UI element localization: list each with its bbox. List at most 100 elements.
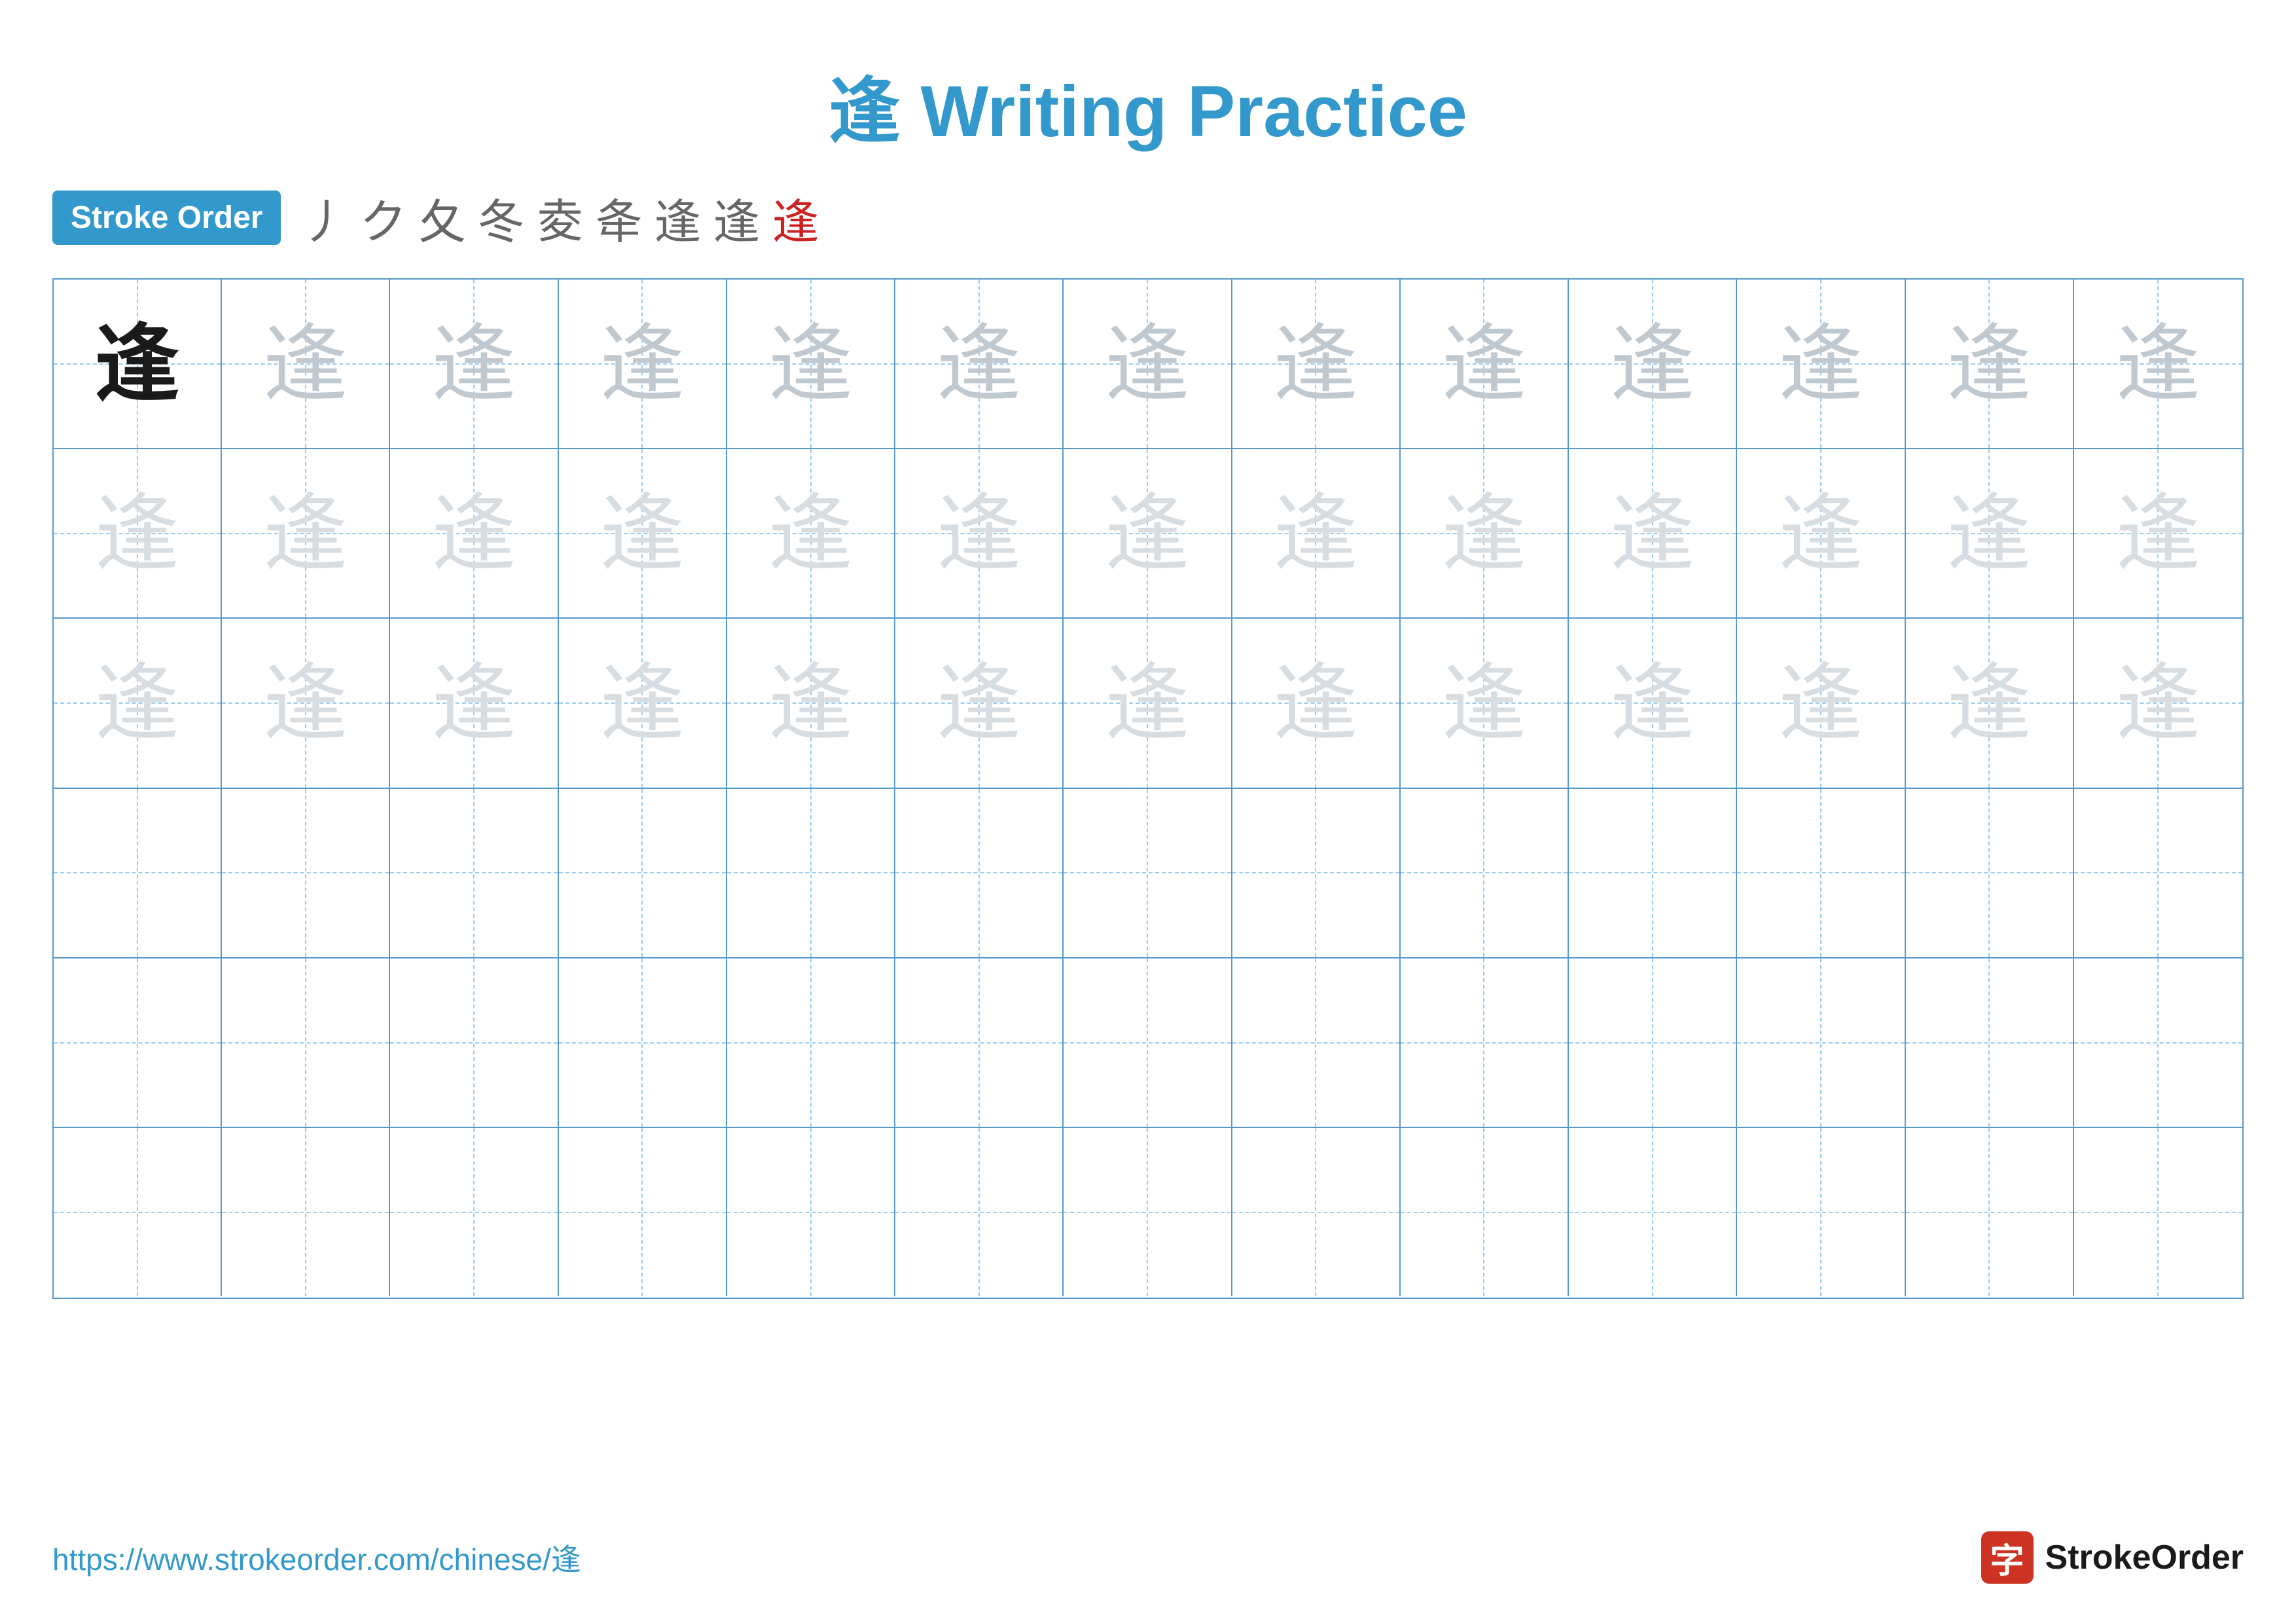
grid-cell-5-13[interactable] <box>2074 958 2242 1127</box>
grid-cell-4-13[interactable] <box>2074 789 2242 957</box>
char-display: 逢 <box>95 491 180 576</box>
grid-cell-2-3[interactable]: 逢 <box>390 449 558 617</box>
stroke-1: 丿 <box>300 183 348 252</box>
grid-cell-5-6[interactable] <box>895 958 1064 1127</box>
grid-cell-2-9[interactable]: 逢 <box>1401 449 1569 617</box>
grid-cell-3-10[interactable]: 逢 <box>1569 619 1737 787</box>
stroke-order-badge: Stroke Order <box>52 191 281 245</box>
grid-cell-3-13[interactable]: 逢 <box>2074 619 2242 787</box>
grid-cell-1-11[interactable]: 逢 <box>1737 280 1905 448</box>
grid-cell-4-4[interactable] <box>559 789 727 957</box>
grid-cell-5-11[interactable] <box>1737 958 1905 1127</box>
grid-cell-1-4[interactable]: 逢 <box>559 280 727 448</box>
grid-cell-4-7[interactable] <box>1064 789 1232 957</box>
grid-cell-4-2[interactable] <box>222 789 390 957</box>
grid-row-6 <box>54 1128 2242 1298</box>
grid-cell-5-3[interactable] <box>390 958 558 1127</box>
char-display: 逢 <box>768 491 853 576</box>
grid-cell-5-10[interactable] <box>1569 958 1737 1127</box>
grid-cell-4-12[interactable] <box>1906 789 2074 957</box>
grid-cell-1-5[interactable]: 逢 <box>727 280 895 448</box>
char-display: 逢 <box>600 491 685 576</box>
stroke-sequence: 丿 ク 夂 冬 夌 夅 逢 逢 逢 <box>300 183 819 252</box>
grid-cell-6-10[interactable] <box>1569 1128 1737 1296</box>
grid-cell-3-9[interactable]: 逢 <box>1401 619 1569 787</box>
grid-cell-2-1[interactable]: 逢 <box>54 449 222 617</box>
grid-cell-1-10[interactable]: 逢 <box>1569 280 1737 448</box>
grid-cell-6-13[interactable] <box>2074 1128 2242 1296</box>
grid-cell-5-2[interactable] <box>222 958 390 1127</box>
grid-cell-3-3[interactable]: 逢 <box>390 619 558 787</box>
grid-cell-2-10[interactable]: 逢 <box>1569 449 1737 617</box>
grid-cell-1-1[interactable]: 逢 <box>54 280 222 448</box>
char-display: 逢 <box>1441 321 1526 407</box>
grid-cell-1-13[interactable]: 逢 <box>2074 280 2242 448</box>
grid-cell-3-12[interactable]: 逢 <box>1906 619 2074 787</box>
char-display: 逢 <box>1441 491 1526 576</box>
grid-cell-2-12[interactable]: 逢 <box>1906 449 2074 617</box>
grid-cell-2-2[interactable]: 逢 <box>222 449 390 617</box>
grid-cell-3-4[interactable]: 逢 <box>559 619 727 787</box>
grid-cell-4-6[interactable] <box>895 789 1064 957</box>
grid-cell-2-13[interactable]: 逢 <box>2074 449 2242 617</box>
grid-cell-2-4[interactable]: 逢 <box>559 449 727 617</box>
grid-cell-2-11[interactable]: 逢 <box>1737 449 1905 617</box>
grid-cell-6-12[interactable] <box>1906 1128 2074 1296</box>
grid-cell-1-7[interactable]: 逢 <box>1064 280 1232 448</box>
grid-cell-5-8[interactable] <box>1232 958 1401 1127</box>
grid-row-2: 逢 逢 逢 逢 逢 逢 逢 逢 逢 逢 逢 逢 逢 <box>54 449 2242 619</box>
grid-cell-5-1[interactable] <box>54 958 222 1127</box>
char-display: 逢 <box>768 661 853 746</box>
char-display: 逢 <box>1946 491 2032 576</box>
grid-cell-4-9[interactable] <box>1401 789 1569 957</box>
grid-cell-3-1[interactable]: 逢 <box>54 619 222 787</box>
title-char: 逢 <box>829 71 901 152</box>
grid-cell-4-11[interactable] <box>1737 789 1905 957</box>
grid-cell-4-8[interactable] <box>1232 789 1401 957</box>
grid-cell-5-12[interactable] <box>1906 958 2074 1127</box>
grid-cell-1-6[interactable]: 逢 <box>895 280 1064 448</box>
grid-cell-4-10[interactable] <box>1569 789 1737 957</box>
char-display: 逢 <box>1105 661 1190 746</box>
grid-cell-6-7[interactable] <box>1064 1128 1232 1296</box>
stroke-6: 夅 <box>596 183 643 252</box>
grid-cell-6-3[interactable] <box>390 1128 558 1296</box>
grid-cell-3-6[interactable]: 逢 <box>895 619 1064 787</box>
grid-cell-1-2[interactable]: 逢 <box>222 280 390 448</box>
grid-cell-3-2[interactable]: 逢 <box>222 619 390 787</box>
footer: https://www.strokeorder.com/chinese/逢 字 … <box>52 1531 2244 1584</box>
grid-cell-3-8[interactable]: 逢 <box>1232 619 1401 787</box>
char-display: 逢 <box>1946 661 2032 746</box>
grid-cell-4-3[interactable] <box>390 789 558 957</box>
grid-cell-2-6[interactable]: 逢 <box>895 449 1064 617</box>
grid-cell-5-4[interactable] <box>559 958 727 1127</box>
grid-cell-3-5[interactable]: 逢 <box>727 619 895 787</box>
grid-cell-6-4[interactable] <box>559 1128 727 1296</box>
grid-cell-6-1[interactable] <box>54 1128 222 1296</box>
grid-cell-5-5[interactable] <box>727 958 895 1127</box>
grid-cell-5-7[interactable] <box>1064 958 1232 1127</box>
grid-cell-4-5[interactable] <box>727 789 895 957</box>
grid-cell-2-7[interactable]: 逢 <box>1064 449 1232 617</box>
grid-cell-6-2[interactable] <box>222 1128 390 1296</box>
grid-cell-3-7[interactable]: 逢 <box>1064 619 1232 787</box>
grid-cell-6-8[interactable] <box>1232 1128 1401 1296</box>
grid-cell-2-8[interactable]: 逢 <box>1232 449 1401 617</box>
grid-cell-1-9[interactable]: 逢 <box>1401 280 1569 448</box>
grid-cell-6-9[interactable] <box>1401 1128 1569 1296</box>
grid-cell-6-11[interactable] <box>1737 1128 1905 1296</box>
grid-cell-5-9[interactable] <box>1401 958 1569 1127</box>
grid-cell-6-5[interactable] <box>727 1128 895 1296</box>
stroke-3: 夂 <box>418 183 465 252</box>
grid-cell-1-8[interactable]: 逢 <box>1232 280 1401 448</box>
grid-cell-2-5[interactable]: 逢 <box>727 449 895 617</box>
grid-cell-1-3[interactable]: 逢 <box>390 280 558 448</box>
grid-row-3: 逢 逢 逢 逢 逢 逢 逢 逢 逢 逢 逢 逢 逢 <box>54 619 2242 788</box>
grid-cell-1-12[interactable]: 逢 <box>1906 280 2074 448</box>
footer-url[interactable]: https://www.strokeorder.com/chinese/逢 <box>52 1536 581 1579</box>
grid-cell-4-1[interactable] <box>54 789 222 957</box>
grid-cell-3-11[interactable]: 逢 <box>1737 619 1905 787</box>
stroke-4: 冬 <box>477 183 524 252</box>
stroke-7: 逢 <box>655 183 702 252</box>
grid-cell-6-6[interactable] <box>895 1128 1064 1296</box>
